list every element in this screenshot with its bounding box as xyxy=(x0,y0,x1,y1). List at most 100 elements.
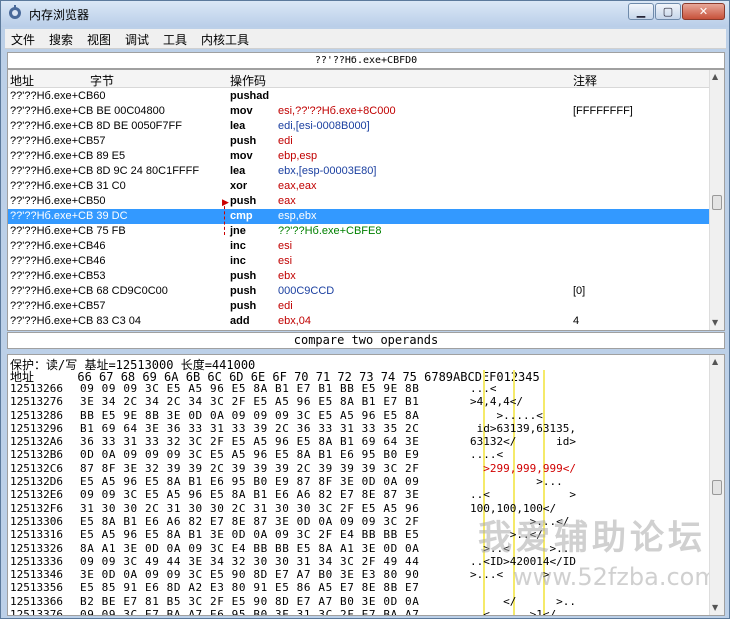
hex-address: 12513306 xyxy=(10,514,63,528)
menu-tools[interactable]: 工具 xyxy=(163,31,187,48)
hex-view-pane[interactable]: 保护：读/写 基址=12513000 长度=441000 地址 66 67 68… xyxy=(7,354,725,616)
memory-viewer-window: 内存浏览器 ▁ ▢ ✕ 文件 搜索 视图 调试 工具 内核工具 ??'??Hб.… xyxy=(0,0,730,619)
scroll-up-icon[interactable]: ▲ xyxy=(712,357,718,366)
row-address: ??'??Hб.exe+CB BE 00C04800 xyxy=(10,105,165,117)
disasm-row[interactable]: ??'??Hб.exe+CB57 push edi xyxy=(8,299,710,314)
row-operands: eax xyxy=(278,195,296,207)
hex-bytes: 36 33 31 33 32 3C 2F E5 A5 96 E5 8A B1 6… xyxy=(80,435,420,449)
row-address: ??'??Hб.exe+CB50 xyxy=(10,195,106,207)
scroll-down-icon[interactable]: ▼ xyxy=(712,318,718,327)
row-operands: ebp,esp xyxy=(278,150,318,162)
scroll-thumb[interactable] xyxy=(712,195,722,210)
row-opcode: inc xyxy=(230,255,246,267)
disasm-row[interactable]: ??'??Hб.exe+CB BE 00C04800 mov esi,??'??Hб… xyxy=(8,104,710,119)
menu-search[interactable]: 搜索 xyxy=(49,31,73,48)
row-address: ??'??Hб.exe+CB 89 E5 xyxy=(10,150,126,162)
disasm-row[interactable]: ??'??Hб.exe+CB 8D 9C 24 80C1FFFF lea ebx,[… xyxy=(8,164,710,179)
hex-bytes: 09 09 3C E7 BA A7 E6 95 B0 3E 31 3C 2F E… xyxy=(80,608,420,616)
hex-ascii: >4,4,4</ xyxy=(470,395,523,409)
hex-scrollbar[interactable]: ▲ ▼ xyxy=(709,355,724,615)
title-bar[interactable]: 内存浏览器 ▁ ▢ ✕ xyxy=(1,1,729,27)
disasm-row[interactable]: ??'??Hб.exe+CB 39 DC cmp esp,ebx xyxy=(8,209,710,224)
row-address: ??'??Hб.exe+CB57 xyxy=(10,135,106,147)
header-opcode[interactable]: 操作码 xyxy=(230,72,266,89)
disasm-scrollbar[interactable]: ▲ ▼ xyxy=(709,70,724,330)
hex-ascii: id>63139,63135, xyxy=(470,421,576,435)
hex-address: 12513346 xyxy=(10,568,63,582)
disasm-address-bar[interactable]: ??'??Hб.exe+CBFD0 xyxy=(7,52,725,69)
hex-ascii: ...< xyxy=(470,382,497,395)
row-address: ??'??Hб.exe+CB53 xyxy=(10,270,106,282)
minimize-button[interactable]: ▁ xyxy=(628,3,654,20)
row-address: ??'??Hб.exe+CB60 xyxy=(10,90,106,102)
hex-ascii: >.....< xyxy=(470,408,543,422)
hex-bytes: E5 8A B1 E6 A6 82 E7 8E 87 3E 0D 0A 09 0… xyxy=(80,514,420,528)
disasm-row[interactable]: ??'??Hб.exe+CB 8D BE 0050F7FF lea edi,[esi… xyxy=(8,119,710,134)
menu-kernel-tools[interactable]: 内核工具 xyxy=(201,31,249,48)
disasm-row[interactable]: ??'??Hб.exe+CB57 push edi xyxy=(8,134,710,149)
scroll-up-icon[interactable]: ▲ xyxy=(712,72,718,81)
disasm-row[interactable]: ??'??Hб.exe+CB 83 C3 04 add ebx,04 4 xyxy=(8,314,710,329)
scroll-down-icon[interactable]: ▼ xyxy=(712,603,718,612)
hex-address: 12513286 xyxy=(10,408,63,422)
hex-bytes: B1 69 64 3E 36 33 31 33 39 2C 36 33 31 3… xyxy=(80,421,420,435)
hex-address: 12513336 xyxy=(10,554,63,568)
row-operands: esi xyxy=(278,255,293,267)
row-address: ??'??Hб.exe+CB46 xyxy=(10,255,106,267)
disassembler-pane[interactable]: 地址 字节 操作码 注释 ??'??Hб.exe+CB60 pushad ??'??… xyxy=(7,69,725,331)
hex-bytes: 3E 34 2C 34 2C 34 3C 2F E5 A5 96 E5 8A B… xyxy=(80,395,420,409)
menu-view[interactable]: 视图 xyxy=(87,31,111,48)
disasm-row[interactable]: ??'??Hб.exe+CB 31 C0 xor eax,eax xyxy=(8,179,710,194)
menu-file[interactable]: 文件 xyxy=(11,31,35,48)
disasm-row[interactable]: ??'??Hб.exe+CB53 push ebx xyxy=(8,269,710,284)
hex-bytes: 0D 0A 09 09 09 3C E5 A5 96 E5 8A B1 E6 9… xyxy=(80,448,420,462)
scroll-thumb[interactable] xyxy=(712,480,722,495)
menu-bar: 文件 搜索 视图 调试 工具 内核工具 xyxy=(5,29,726,49)
header-address[interactable]: 地址 xyxy=(10,72,34,89)
row-address: ??'??Hб.exe+CB 31 C0 xyxy=(10,180,126,192)
pane-splitter[interactable] xyxy=(7,349,725,353)
watermark-url: www.52fzba.com xyxy=(513,563,718,591)
hex-address: 12513326 xyxy=(10,541,63,555)
row-operands: ebx,[esp-00003E80] xyxy=(278,165,377,177)
disasm-rows: ??'??Hб.exe+CB60 pushad ??'??Hб.exe+CB BE … xyxy=(8,89,710,329)
row-opcode: push xyxy=(230,195,257,207)
hex-bytes: 8A A1 3E 0D 0A 09 3C E4 BB BB E5 8A A1 3… xyxy=(80,541,420,555)
hex-address: 12513366 xyxy=(10,594,63,608)
close-button[interactable]: ✕ xyxy=(682,3,725,20)
hex-bytes: 09 09 3C 49 44 3E 34 32 30 30 31 34 3C 2… xyxy=(80,554,420,568)
menu-debug[interactable]: 调试 xyxy=(125,31,149,48)
row-operands: 000C9CCD xyxy=(278,285,335,297)
disasm-row[interactable]: ??'??Hб.exe+CB46 inc esi xyxy=(8,254,710,269)
row-address: ??'??Hб.exe+CB 68 CD9C0C00 xyxy=(10,285,168,297)
row-address: ??'??Hб.exe+CB 39 DC xyxy=(10,210,128,222)
hex-bytes: 09 09 09 3C E5 A5 96 E5 8A B1 E7 B1 BB E… xyxy=(80,382,420,395)
row-operands: eax,eax xyxy=(278,180,317,192)
hex-bytes: 31 30 30 2C 31 30 30 2C 31 30 30 3C 2F E… xyxy=(80,501,420,515)
hex-bytes: BB E5 9E 8B 3E 0D 0A 09 09 09 3C E5 A5 9… xyxy=(80,408,420,422)
hex-ascii: ..< >1</ xyxy=(470,608,557,616)
disasm-row[interactable]: ??'??Hб.exe+CB 68 CD9C0C00 push 000C9CCD [0… xyxy=(8,284,710,299)
row-address: ??'??Hб.exe+CB46 xyxy=(10,240,106,252)
row-opcode: mov xyxy=(230,105,253,117)
row-comment: [0] xyxy=(573,285,586,297)
hex-ascii: ....< xyxy=(470,448,504,462)
disasm-row[interactable]: ??'??Hб.exe+CB60 pushad xyxy=(8,89,710,104)
row-opcode: push xyxy=(230,270,257,282)
disasm-row[interactable]: ??'??Hб.exe+CB 89 E5 mov ebp,esp xyxy=(8,149,710,164)
hex-address: 12513376 xyxy=(10,608,63,616)
hex-address: 12513266 xyxy=(10,382,63,395)
watermark-text: 我爱辅助论坛 xyxy=(478,518,706,558)
row-opcode: jne xyxy=(230,225,246,237)
row-operands: ??'??Hб.exe+CBFE8 xyxy=(278,225,382,237)
maximize-button[interactable]: ▢ xyxy=(655,3,681,20)
row-opcode: push xyxy=(230,285,257,297)
disasm-row[interactable]: ??'??Hб.exe+CB50 push eax xyxy=(8,194,710,209)
header-comment[interactable]: 注释 xyxy=(573,72,597,89)
jump-arrow xyxy=(224,201,232,235)
disasm-row[interactable]: ??'??Hб.exe+CB 75 FB jne ??'??Hб.exe+CBFE8 xyxy=(8,224,710,239)
row-opcode: push xyxy=(230,135,257,147)
disasm-row[interactable]: ??'??Hб.exe+CB46 inc esi xyxy=(8,239,710,254)
header-bytes[interactable]: 字节 xyxy=(90,72,114,89)
row-opcode: inc xyxy=(230,240,246,252)
